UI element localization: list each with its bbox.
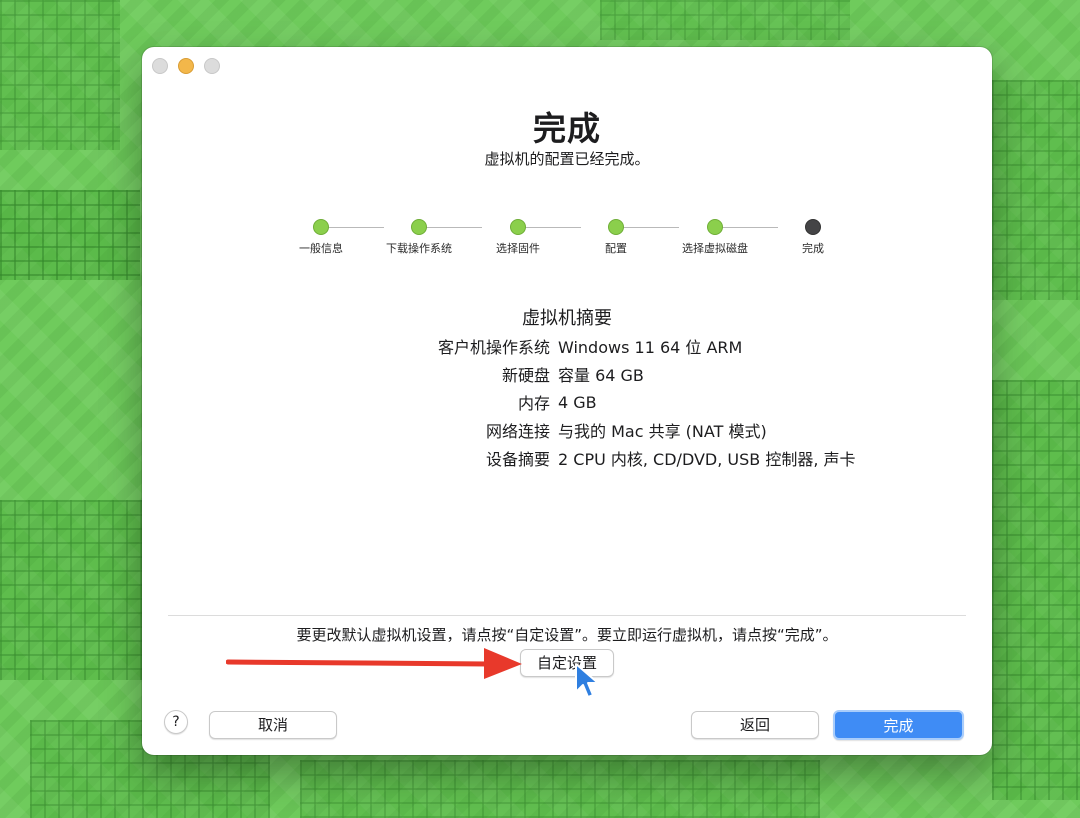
summary-key: 设备摘要: [485, 450, 550, 469]
summary-value: 4 GB: [558, 392, 597, 412]
summary-value: Windows 11 64 位 ARM: [558, 338, 743, 357]
step-status-dot: [608, 219, 624, 235]
step-status-dot: [313, 219, 329, 235]
summary-heading: 虚拟机摘要: [522, 308, 612, 329]
red-arrow-annotation: [226, 648, 522, 679]
page-title: 完成: [533, 109, 601, 148]
summary-row: 客户机操作系统 Windows 11 64 位 ARM: [292, 332, 892, 360]
summary-value: 容量 64 GB: [558, 366, 644, 385]
step-label: 选择虚拟磁盘: [682, 242, 748, 255]
step-general-info: 一般信息: [271, 217, 371, 256]
step-label: 一般信息: [299, 242, 343, 255]
bg-pattern: [0, 500, 142, 680]
summary-row: 设备摘要 2 CPU 内核, CD/DVD, USB 控制器, 声卡: [292, 444, 892, 472]
summary-row: 网络连接 与我的 Mac 共享 (NAT 模式): [292, 416, 892, 444]
step-label: 选择固件: [496, 242, 540, 255]
step-status-dot: [805, 219, 821, 235]
page-subtitle: 虚拟机的配置已经完成。: [484, 150, 650, 168]
summary-key: 内存: [517, 394, 550, 413]
progress-steps: 一般信息 下载操作系统 选择固件 配置 选择虚拟磁盘 完成: [282, 217, 842, 257]
step-status-dot: [707, 219, 723, 235]
summary-table: 客户机操作系统 Windows 11 64 位 ARM 新硬盘 容量 64 GB…: [292, 332, 892, 472]
summary-key: 新硬盘: [501, 366, 550, 385]
summary-key: 网络连接: [485, 422, 550, 441]
step-label: 配置: [605, 242, 627, 255]
window-close-button[interactable]: [152, 58, 168, 74]
step-label: 下载操作系统: [386, 242, 452, 255]
step-configuration: 配置: [566, 217, 666, 256]
step-label: 完成: [802, 242, 824, 255]
question-mark-icon: ?: [172, 714, 180, 730]
window-zoom-button[interactable]: [204, 58, 220, 74]
step-select-firmware: 选择固件: [468, 217, 568, 256]
step-download-os: 下载操作系统: [369, 217, 469, 256]
bg-pattern: [0, 190, 140, 280]
summary-row: 内存 4 GB: [292, 388, 892, 416]
bg-pattern: [0, 0, 120, 150]
summary-row: 新硬盘 容量 64 GB: [292, 360, 892, 388]
finish-button[interactable]: 完成: [833, 710, 964, 740]
summary-key: 客户机操作系统: [437, 338, 550, 357]
step-select-disk: 选择虚拟磁盘: [665, 217, 765, 256]
cancel-button[interactable]: 取消: [209, 711, 337, 739]
bg-pattern: [992, 80, 1080, 300]
bg-pattern: [300, 760, 820, 818]
bg-pattern: [992, 380, 1080, 800]
summary-value: 与我的 Mac 共享 (NAT 模式): [558, 422, 767, 441]
divider: [168, 615, 966, 616]
step-finish: 完成: [763, 217, 863, 256]
back-button[interactable]: 返回: [691, 711, 819, 739]
help-button[interactable]: ?: [164, 710, 188, 734]
mouse-pointer-icon: [575, 663, 599, 698]
window-minimize-button[interactable]: [178, 58, 194, 74]
bg-pattern: [600, 0, 850, 40]
step-status-dot: [411, 219, 427, 235]
summary-value: 2 CPU 内核, CD/DVD, USB 控制器, 声卡: [558, 450, 856, 469]
step-status-dot: [510, 219, 526, 235]
instruction-text: 要更改默认虚拟机设置，请点按“自定设置”。要立即运行虚拟机，请点按“完成”。: [296, 626, 838, 644]
